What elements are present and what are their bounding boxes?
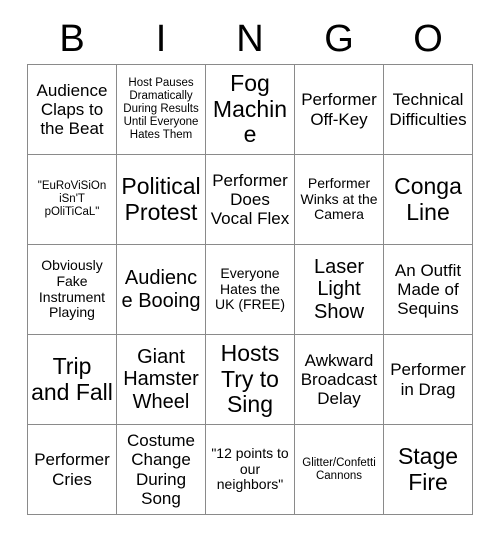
bingo-row: Obviously Fake Instrument Playing Audien… — [27, 244, 473, 335]
bingo-square[interactable]: Trip and Fall — [27, 334, 117, 425]
bingo-square-free[interactable]: Everyone Hates the UK (FREE) — [205, 244, 295, 335]
bingo-square-label: Costume Change During Song — [126, 431, 196, 508]
bingo-square[interactable]: Performer Off-Key — [294, 64, 384, 155]
bingo-square-label: Performer Winks at the Camera — [300, 174, 378, 223]
bingo-square-label: Everyone Hates the UK (FREE) — [215, 264, 285, 313]
bingo-square-label: Giant Hamster Wheel — [123, 345, 199, 413]
bingo-square[interactable]: Political Protest — [116, 154, 206, 245]
bingo-header-row: B I N G O — [28, 0, 473, 61]
bingo-square-label: Performer Does Vocal Flex — [210, 170, 290, 229]
bingo-square[interactable]: Glitter/Confetti Cannons — [294, 424, 384, 515]
bingo-grid-body: Audience Claps to the Beat Host Pauses D… — [27, 64, 473, 515]
bingo-row: "EuRoViSiOn iSn'T pOliTiCaL" Political P… — [27, 154, 473, 245]
bingo-row: Performer Cries Costume Change During So… — [27, 424, 473, 515]
bingo-header-letter-i: I — [155, 18, 167, 60]
bingo-square-label: Glitter/Confetti Cannons — [302, 456, 376, 482]
bingo-square[interactable]: Fog Machine — [205, 64, 295, 155]
bingo-square-label: Trip and Fall — [31, 352, 113, 405]
bingo-square[interactable]: Performer Winks at the Camera — [294, 154, 384, 245]
bingo-square[interactable]: Technical Difficulties — [383, 64, 473, 155]
bingo-square-label: An Outfit Made of Sequins — [394, 260, 462, 319]
bingo-square-label: "12 points to our neighbors" — [211, 444, 289, 493]
bingo-square[interactable]: Hosts Try to Sing — [205, 334, 295, 425]
bingo-header-letter-b: B — [59, 18, 85, 60]
bingo-square[interactable]: Performer Does Vocal Flex — [205, 154, 295, 245]
bingo-square-label: "EuRoViSiOn iSn'T pOliTiCaL" — [37, 180, 107, 218]
bingo-square-label: Performer Cries — [34, 450, 110, 489]
bingo-card: B I N G O Audience Claps to the Beat Hos… — [0, 0, 500, 544]
bingo-square[interactable]: Audience Booing — [116, 244, 206, 335]
bingo-square-label: Awkward Broadcast Delay — [300, 350, 378, 409]
bingo-square[interactable]: Costume Change During Song — [116, 424, 206, 515]
bingo-square-label: Host Pauses Dramatically During Results … — [123, 77, 199, 141]
bingo-header-letter-o: O — [413, 18, 443, 60]
bingo-header-letter-g: G — [324, 18, 354, 60]
bingo-header-letter-n: N — [236, 18, 264, 60]
bingo-square[interactable]: Giant Hamster Wheel — [116, 334, 206, 425]
bingo-square-label: Technical Difficulties — [389, 90, 467, 129]
bingo-square-label: Fog Machine — [212, 69, 288, 148]
bingo-square[interactable]: Stage Fire — [383, 424, 473, 515]
bingo-square-label: Performer Off-Key — [301, 90, 377, 129]
bingo-square[interactable]: Host Pauses Dramatically During Results … — [116, 64, 206, 155]
bingo-square-label: Performer in Drag — [390, 360, 466, 399]
bingo-square[interactable]: Audience Claps to the Beat — [27, 64, 117, 155]
bingo-square-label: Hosts Try to Sing — [220, 339, 280, 418]
bingo-square[interactable]: Laser Light Show — [294, 244, 384, 335]
bingo-square-label: Conga Line — [394, 172, 462, 225]
bingo-square[interactable]: "EuRoViSiOn iSn'T pOliTiCaL" — [27, 154, 117, 245]
bingo-square[interactable]: Performer in Drag — [383, 334, 473, 425]
bingo-square[interactable]: Obviously Fake Instrument Playing — [27, 244, 117, 335]
bingo-square-label: Stage Fire — [397, 442, 459, 495]
bingo-square-label: Laser Light Show — [313, 255, 365, 323]
bingo-square[interactable]: Performer Cries — [27, 424, 117, 515]
bingo-square[interactable]: Awkward Broadcast Delay — [294, 334, 384, 425]
bingo-row: Trip and Fall Giant Hamster Wheel Hosts … — [27, 334, 473, 425]
bingo-square[interactable]: An Outfit Made of Sequins — [383, 244, 473, 335]
bingo-square-label: Audience Booing — [121, 267, 201, 312]
bingo-grid: Audience Claps to the Beat Host Pauses D… — [27, 64, 473, 515]
bingo-row: Audience Claps to the Beat Host Pauses D… — [27, 64, 473, 155]
bingo-square[interactable]: "12 points to our neighbors" — [205, 424, 295, 515]
bingo-square-label: Political Protest — [121, 172, 201, 225]
bingo-square[interactable]: Conga Line — [383, 154, 473, 245]
bingo-square-label: Obviously Fake Instrument Playing — [38, 257, 106, 321]
bingo-square-label: Audience Claps to the Beat — [36, 80, 108, 139]
